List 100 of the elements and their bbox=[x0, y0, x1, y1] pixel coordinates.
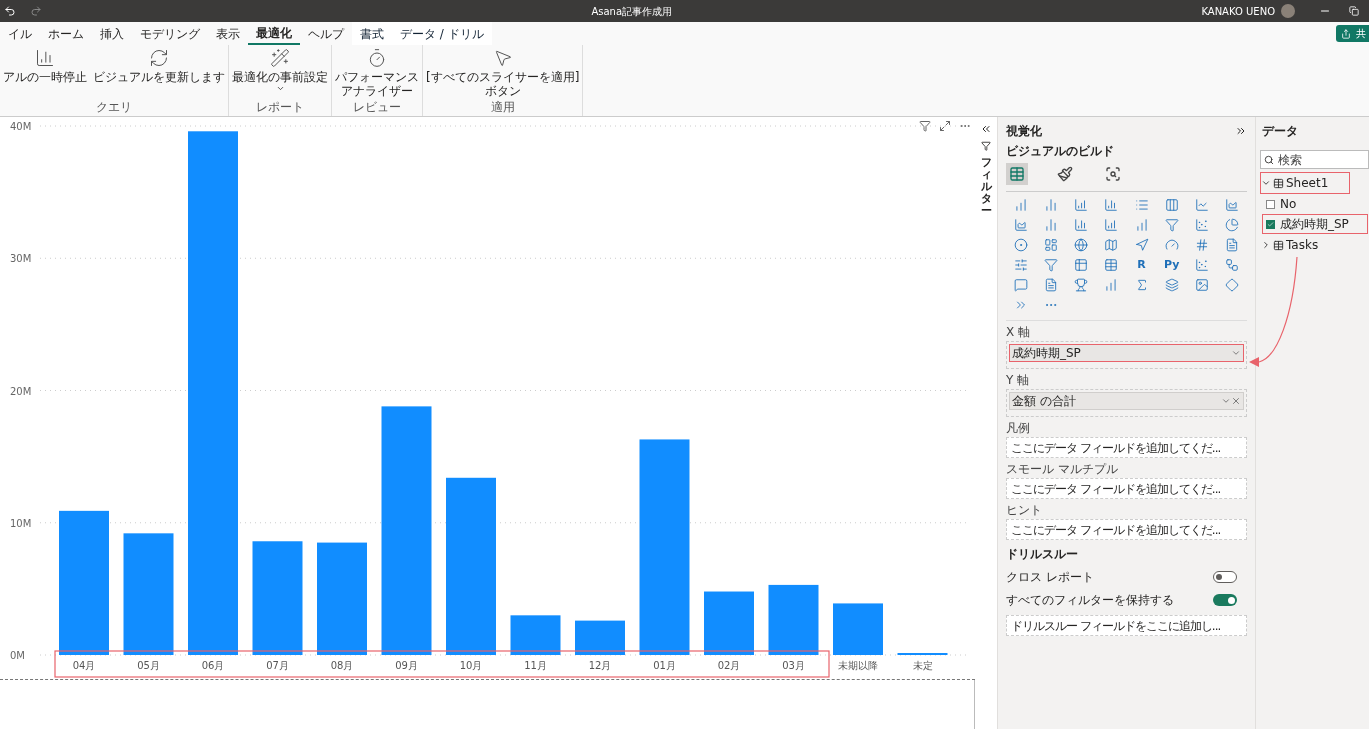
chevron-icon[interactable] bbox=[1231, 348, 1241, 358]
gauge-icon[interactable] bbox=[1164, 238, 1179, 252]
axis-category-label: 06月 bbox=[201, 660, 225, 671]
axis-category-label: 12月 bbox=[588, 660, 612, 671]
ribbon-tab[interactable]: 挿入 bbox=[92, 22, 132, 45]
field-pill[interactable]: 成約時期_SP bbox=[1009, 344, 1244, 362]
drop-field[interactable]: ここにデータ フィールドを追加してくだ... bbox=[1006, 519, 1247, 540]
search-field[interactable]: 検索 bbox=[1260, 150, 1369, 169]
undo-icon[interactable] bbox=[4, 5, 16, 17]
pane-title: データ bbox=[1262, 123, 1299, 140]
collapse-icon[interactable] bbox=[1235, 125, 1247, 137]
well-label: スモール マルチプル bbox=[1006, 462, 1119, 476]
timer-icon bbox=[367, 48, 387, 68]
report-icon[interactable] bbox=[1044, 278, 1059, 292]
well-label: X 軸 bbox=[1006, 325, 1032, 339]
toggle-label: クロス レポート bbox=[1006, 569, 1094, 586]
caret-icon bbox=[275, 84, 285, 93]
ribbon-button[interactable]: パフォーマンス アナライザー bbox=[335, 45, 419, 101]
bar-chart-icon bbox=[35, 48, 55, 68]
arrow-icon[interactable] bbox=[1134, 238, 1149, 252]
share-icon bbox=[1341, 28, 1351, 39]
brush-icon bbox=[1057, 166, 1073, 182]
document-icon[interactable] bbox=[1224, 238, 1239, 252]
area-chart-icon[interactable] bbox=[1014, 218, 1029, 232]
restore-icon[interactable] bbox=[1349, 6, 1359, 16]
chevron-icon[interactable] bbox=[1221, 396, 1231, 406]
area-chart-icon[interactable] bbox=[1224, 198, 1239, 212]
avatar[interactable] bbox=[1281, 4, 1295, 18]
checkbox[interactable] bbox=[1266, 199, 1275, 209]
toggle-switch[interactable] bbox=[1213, 571, 1237, 583]
ribbon-tab[interactable]: モデリング bbox=[132, 22, 208, 45]
pie-chart-icon[interactable] bbox=[1224, 218, 1239, 232]
column-chart-icon[interactable] bbox=[1104, 198, 1119, 212]
table-icon bbox=[1273, 239, 1284, 251]
ribbon-tab[interactable]: ホーム bbox=[40, 22, 92, 45]
layers-icon[interactable] bbox=[1164, 278, 1179, 292]
line-chart-icon[interactable] bbox=[1194, 198, 1209, 212]
axis-tick-label: 30M bbox=[10, 253, 32, 265]
list-icon[interactable] bbox=[1134, 198, 1149, 212]
table-item[interactable]: Sheet1 bbox=[1260, 172, 1350, 194]
toggle-switch[interactable] bbox=[1213, 594, 1237, 606]
bar-chart-icon[interactable] bbox=[1074, 198, 1089, 212]
pane-title: 視覚化 bbox=[1006, 123, 1042, 140]
axis-tick-label: 10M bbox=[10, 517, 32, 529]
expand-chevron-icon[interactable] bbox=[1261, 178, 1271, 188]
share-button[interactable]: 共 bbox=[1336, 25, 1369, 42]
ribbon-tab[interactable]: イル bbox=[0, 22, 40, 45]
checkbox[interactable] bbox=[1266, 219, 1275, 229]
table-name: Tasks bbox=[1286, 237, 1319, 254]
columns-icon[interactable] bbox=[1164, 198, 1179, 212]
close-icon[interactable] bbox=[1231, 396, 1241, 406]
field-item[interactable]: No bbox=[1262, 194, 1368, 214]
well-label: Y 軸 bbox=[1006, 373, 1031, 387]
refresh-icon bbox=[149, 48, 169, 68]
redo-icon[interactable] bbox=[30, 5, 42, 17]
ribbon-button[interactable]: 最適化の事前設定 bbox=[232, 45, 328, 101]
expand-chevron-icon[interactable] bbox=[1261, 240, 1271, 250]
drop-field[interactable]: ここにデータ フィールドを追加してくだ... bbox=[1006, 478, 1247, 499]
script-visual[interactable]: R bbox=[1126, 256, 1157, 274]
script-visual[interactable]: Py bbox=[1156, 256, 1187, 274]
ribbon-button[interactable]: [すべてのスライサーを適用] ボタン bbox=[426, 45, 580, 101]
field-name: 成約時期_SP bbox=[1012, 345, 1082, 362]
ribbon-tab[interactable]: 書式 bbox=[352, 22, 392, 45]
ribbon-button-label: ビジュアルを更新します bbox=[93, 70, 225, 84]
toggle-label: すべてのフィルターを保持する bbox=[1006, 592, 1174, 609]
ribbon-button[interactable]: ビジュアルを更新します bbox=[93, 45, 225, 101]
ribbon-tab[interactable]: ヘルプ bbox=[300, 22, 352, 45]
bar-chart-icon[interactable] bbox=[1014, 198, 1029, 212]
axis-category-label: 03月 bbox=[782, 660, 805, 671]
funnel-icon[interactable] bbox=[1164, 218, 1179, 232]
wand-icon bbox=[270, 48, 290, 68]
ribbon-button-label: アルの一時停止 bbox=[3, 70, 87, 84]
drop-field[interactable]: ここにデータ フィールドを追加してくだ... bbox=[1006, 437, 1247, 458]
ribbon-button[interactable]: アルの一時停止 bbox=[3, 45, 87, 101]
axis-category-label: 08月 bbox=[330, 660, 354, 671]
globe-icon[interactable] bbox=[1074, 238, 1089, 252]
drop-field[interactable]: ドリルスルー フィールドをここに追加し... bbox=[1006, 615, 1247, 636]
table-icon[interactable] bbox=[1074, 258, 1089, 272]
scatter-chart-icon[interactable] bbox=[1194, 218, 1209, 232]
axis-category-label: 11月 bbox=[524, 660, 547, 671]
speech-bubble-icon[interactable] bbox=[1014, 278, 1029, 292]
column-chart-icon[interactable] bbox=[1044, 198, 1059, 212]
axis-category-label: 未定 bbox=[912, 660, 933, 671]
map-icon[interactable] bbox=[1104, 238, 1119, 252]
ribbon-tab[interactable]: データ / ドリル bbox=[392, 22, 492, 45]
focus-mode-icon[interactable] bbox=[939, 120, 951, 132]
ribbon-group-label: レビュー bbox=[352, 101, 402, 114]
image-icon[interactable] bbox=[1194, 278, 1209, 292]
field-item[interactable]: 成約時期_SP bbox=[1262, 214, 1368, 234]
ribbon-tab[interactable]: 表示 bbox=[208, 22, 248, 45]
well-label: 凡例 bbox=[1006, 421, 1031, 435]
matrix-icon[interactable] bbox=[1104, 258, 1119, 272]
diamond-icon[interactable] bbox=[1224, 278, 1239, 292]
table-item[interactable]: Tasks bbox=[1260, 234, 1350, 256]
expand-icon[interactable] bbox=[980, 123, 992, 135]
trophy-icon[interactable] bbox=[1074, 278, 1089, 292]
filter-pane-label: フィルター bbox=[980, 157, 992, 218]
bar bbox=[575, 620, 625, 655]
filter-icon[interactable] bbox=[919, 120, 931, 132]
field-pill[interactable]: 金額 の合計 bbox=[1009, 392, 1244, 410]
